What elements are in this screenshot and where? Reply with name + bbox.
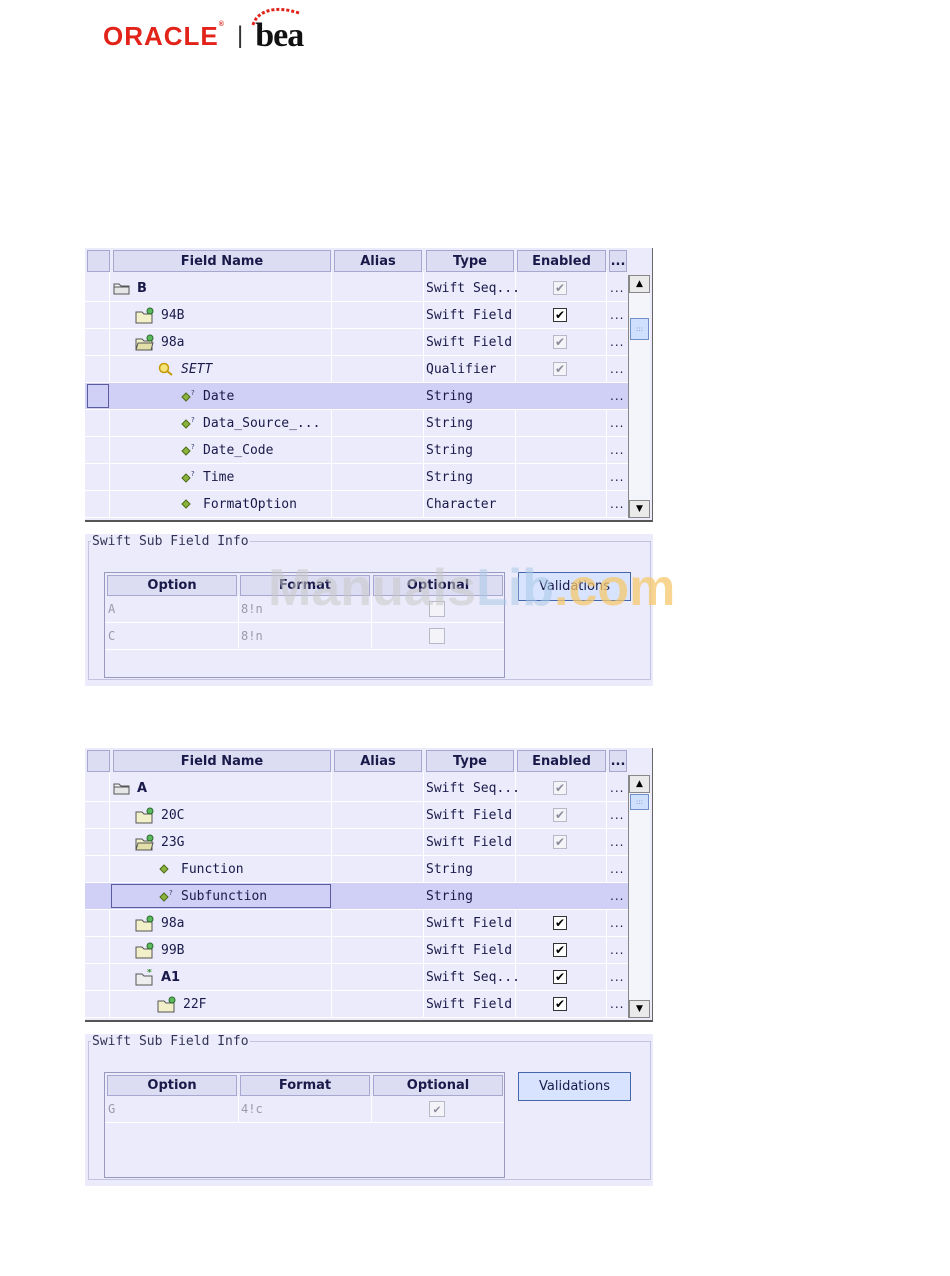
row-selector[interactable]	[87, 384, 109, 408]
sub-field-info-legend: Swift Sub Field Info	[92, 534, 249, 549]
sub-field-row[interactable]: C 8!n	[105, 623, 504, 650]
scroll-down-icon[interactable]: ▼	[629, 500, 650, 518]
svg-text:*: *	[147, 969, 152, 978]
table-row[interactable]: ? Time String ...	[85, 464, 628, 491]
folder-open-icon	[113, 281, 131, 295]
optional-checkbox[interactable]	[429, 628, 445, 644]
svg-text:?: ?	[191, 443, 195, 451]
table-row[interactable]: 98a Swift Field ✔ ...	[85, 910, 628, 937]
table-row[interactable]: 99B Swift Field ✔ ...	[85, 937, 628, 964]
table-row[interactable]: * A1 Swift Seq... ✔ ...	[85, 964, 628, 991]
field-folder-icon	[135, 915, 155, 932]
qualifier-magnifier-icon	[157, 361, 175, 377]
field-tree-grid: Field Name Alias Type Enabled ... A Swif…	[85, 748, 653, 1022]
validations-button[interactable]: Validations	[518, 1072, 631, 1101]
enabled-checkbox[interactable]: ✔	[553, 970, 567, 984]
header-format[interactable]: Format	[240, 1075, 370, 1096]
field-folder-icon	[157, 996, 177, 1013]
table-row-selected[interactable]: ? Subfunction String ...	[85, 883, 628, 910]
field-tree-grid: Field Name Alias Type Enabled ... B Swif…	[85, 248, 653, 522]
vertical-scrollbar[interactable]: ▲ ::: ▼	[628, 775, 650, 1018]
table-row-selected[interactable]: ? Date String ...	[85, 383, 628, 410]
vertical-scrollbar[interactable]: ▲ ::: ▼	[628, 275, 650, 518]
scroll-up-icon[interactable]: ▲	[629, 275, 650, 293]
sub-field-row[interactable]: G 4!c ✔	[105, 1096, 504, 1123]
logo-separator: |	[236, 22, 244, 49]
enabled-checkbox[interactable]: ✔	[553, 308, 567, 322]
svg-text:?: ?	[191, 416, 195, 424]
table-row[interactable]: 22F Swift Field ✔ ...	[85, 991, 628, 1018]
bea-swirl-icon	[251, 8, 300, 26]
enabled-checkbox[interactable]: ✔	[553, 335, 567, 349]
table-row[interactable]: 98a Swift Field ✔ ...	[85, 329, 628, 356]
optional-string-icon: ?	[181, 389, 197, 403]
row-header-corner	[87, 250, 110, 272]
enabled-checkbox[interactable]: ✔	[553, 808, 567, 822]
row-header-corner	[87, 750, 110, 772]
table-row[interactable]: FormatOption Character ...	[85, 491, 628, 518]
field-folder-icon	[135, 807, 155, 824]
header-option[interactable]: Option	[107, 1075, 237, 1096]
svg-text:?: ?	[169, 889, 173, 897]
header-field-name[interactable]: Field Name	[113, 750, 331, 772]
enabled-checkbox[interactable]: ✔	[553, 916, 567, 930]
svg-text:?: ?	[191, 470, 195, 478]
header-more[interactable]: ...	[609, 250, 627, 272]
sequence-folder-icon: *	[135, 969, 155, 986]
enabled-checkbox[interactable]: ✔	[553, 781, 567, 795]
table-row[interactable]: 94B Swift Field ✔ ...	[85, 302, 628, 329]
optional-string-icon: ?	[159, 889, 175, 903]
table-row[interactable]: B Swift Seq... ✔ ...	[85, 275, 628, 302]
scroll-down-icon[interactable]: ▼	[629, 1000, 650, 1018]
scroll-thumb[interactable]: :::	[630, 794, 649, 810]
header-enabled[interactable]: Enabled	[517, 250, 606, 272]
oracle-logo: ORACLE®	[103, 20, 225, 51]
header-more[interactable]: ...	[609, 750, 627, 772]
header-type[interactable]: Type	[426, 250, 514, 272]
sub-field-info-legend: Swift Sub Field Info	[92, 1034, 249, 1049]
optional-string-icon: ?	[181, 443, 197, 457]
header-alias[interactable]: Alias	[334, 750, 422, 772]
field-folder-icon	[135, 942, 155, 959]
table-row[interactable]: ? Date_Code String ...	[85, 437, 628, 464]
enabled-checkbox[interactable]: ✔	[553, 835, 567, 849]
enabled-checkbox[interactable]: ✔	[553, 943, 567, 957]
optional-string-icon: ?	[181, 416, 197, 430]
enabled-checkbox[interactable]: ✔	[553, 997, 567, 1011]
table-row[interactable]: Function String ...	[85, 856, 628, 883]
header-alias[interactable]: Alias	[334, 250, 422, 272]
swift-sub-field-info: Swift Sub Field Info Option Format Optio…	[85, 1034, 653, 1186]
enabled-checkbox[interactable]: ✔	[553, 281, 567, 295]
oracle-bea-logo: ORACLE® | bea	[103, 8, 304, 58]
string-field-icon	[159, 862, 175, 876]
bea-logo: bea	[251, 8, 304, 55]
scroll-up-icon[interactable]: ▲	[629, 775, 650, 793]
sub-field-table: Option Format Optional G 4!c ✔	[104, 1072, 505, 1178]
table-row[interactable]: 23G Swift Field ✔ ...	[85, 829, 628, 856]
field-folder-open-icon	[135, 334, 155, 351]
folder-open-icon	[113, 781, 131, 795]
header-optional[interactable]: Optional	[373, 1075, 503, 1096]
enabled-checkbox[interactable]: ✔	[553, 362, 567, 376]
scroll-thumb[interactable]: :::	[630, 318, 649, 340]
header-enabled[interactable]: Enabled	[517, 750, 606, 772]
field-folder-icon	[135, 307, 155, 324]
svg-text:?: ?	[191, 389, 195, 397]
table-row[interactable]: ? Data_Source_... String ...	[85, 410, 628, 437]
string-field-icon	[181, 497, 197, 511]
manualslib-watermark: ManualsLib.com	[268, 559, 676, 617]
optional-string-icon: ?	[181, 470, 197, 484]
header-type[interactable]: Type	[426, 750, 514, 772]
optional-checkbox[interactable]: ✔	[429, 1101, 445, 1117]
table-row[interactable]: A Swift Seq... ✔ ...	[85, 775, 628, 802]
field-folder-open-icon	[135, 834, 155, 851]
table-row[interactable]: 20C Swift Field ✔ ...	[85, 802, 628, 829]
table-row[interactable]: SETT Qualifier ✔ ...	[85, 356, 628, 383]
header-field-name[interactable]: Field Name	[113, 250, 331, 272]
header-option[interactable]: Option	[107, 575, 237, 596]
